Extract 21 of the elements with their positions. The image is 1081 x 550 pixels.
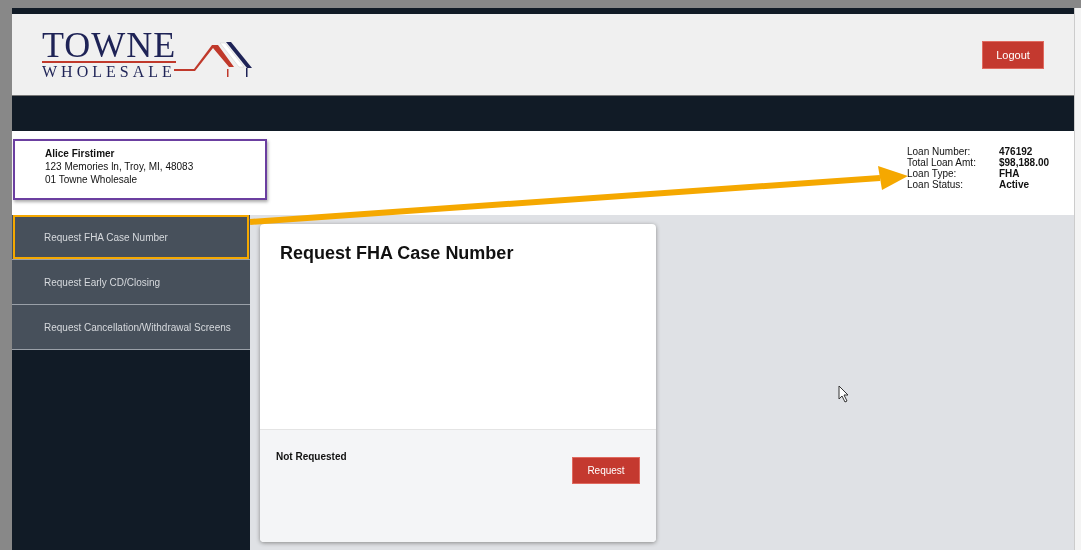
request-status: Not Requested [276, 451, 347, 462]
loan-label: Loan Type: [907, 168, 957, 179]
loan-value: 476192 [999, 146, 1034, 157]
loan-label: Loan Status: [907, 179, 965, 190]
logout-button[interactable]: Logout [982, 40, 1044, 69]
sidebar-item[interactable]: Request FHA Case Number [12, 215, 250, 260]
sidebar-item[interactable]: Request Early CD/Closing [12, 260, 250, 305]
loan-value: $98,188.00 [999, 157, 1051, 168]
borrower-company: 01 Towne Wholesale [45, 173, 139, 186]
logo-subtitle: WHOLESALE [42, 62, 177, 81]
borrower-address: 123 Memories ln, Troy, MI, 48083 [45, 160, 195, 173]
loan-value: FHA [999, 168, 1021, 179]
logo-title: TOWNE [42, 28, 177, 63]
sidebar-item[interactable]: Request Cancellation/Withdrawal Screens [12, 305, 250, 350]
loan-value: Active [999, 179, 1030, 190]
loan-label: Total Loan Amt: [907, 157, 977, 168]
loan-label: Loan Number: [907, 146, 972, 157]
cursor-icon [838, 385, 850, 403]
borrower-name: Alice Firstimer [45, 147, 116, 160]
request-button[interactable]: Request [572, 457, 640, 484]
card-title: Request FHA Case Number [280, 243, 514, 263]
